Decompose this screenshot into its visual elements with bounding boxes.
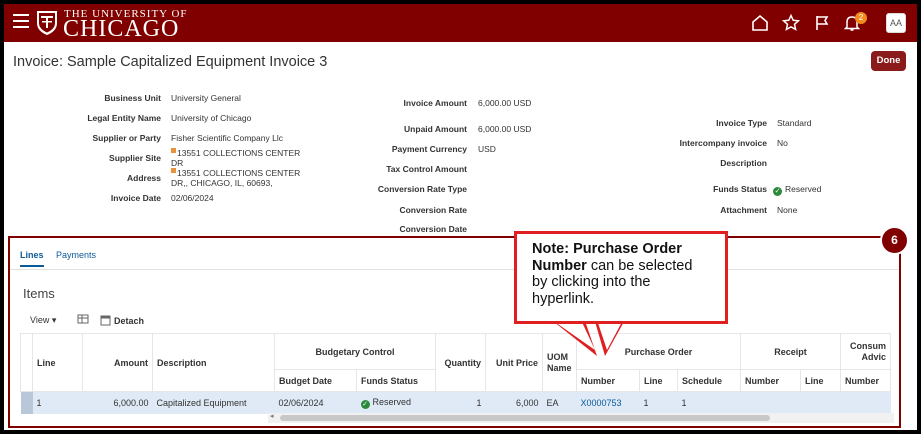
callout-arrows bbox=[549, 318, 626, 356]
app-frame: THE UNIVERSITY OF CHICAGO 2 AA Invoice: … bbox=[4, 4, 917, 430]
step-number-badge: 6 bbox=[880, 226, 909, 255]
note-callout: Note: Purchase Order Number can be selec… bbox=[514, 231, 728, 324]
